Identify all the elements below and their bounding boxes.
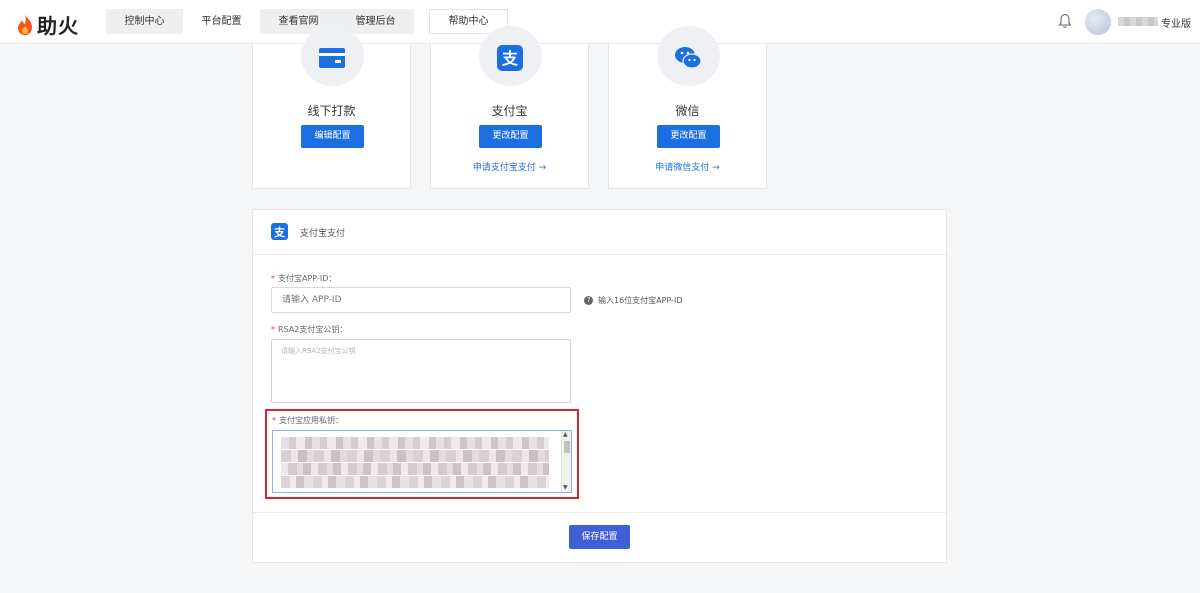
question-icon: ?: [584, 296, 593, 305]
offline-title: 线下打款: [307, 104, 356, 118]
public-key-label: * RSA2支付宝公钥：: [271, 325, 348, 334]
plan-label[interactable]: 专业版: [1161, 15, 1191, 30]
scrollbar[interactable]: ▲ ▼: [561, 431, 571, 492]
avatar[interactable]: [1085, 9, 1111, 35]
required-mark: *: [272, 416, 276, 425]
username-redacted[interactable]: [1118, 17, 1158, 26]
apply-alipay-link[interactable]: 申请支付宝支付 →: [431, 160, 588, 173]
private-key-label: * 支付宝应用私钥：: [272, 416, 343, 425]
tab-platform-config[interactable]: 平台配置: [183, 9, 260, 34]
alipay-title: 支付宝: [491, 104, 528, 118]
scroll-up-icon[interactable]: ▲: [563, 431, 568, 439]
card-icon: [319, 48, 345, 68]
offline-icon-circle: [301, 26, 364, 86]
edit-offline-button[interactable]: 编辑配置: [301, 125, 364, 148]
wechat-card: 微信 更改配置 申请微信支付 →: [608, 26, 767, 189]
private-key-highlight: * 支付宝应用私钥： ▲ ▼: [265, 409, 579, 499]
panel-footer-divider: [253, 512, 946, 513]
private-key-textarea[interactable]: ▲ ▼: [272, 430, 572, 493]
svg-text:支: 支: [501, 49, 519, 68]
scrollbar-thumb[interactable]: [564, 441, 570, 453]
logo[interactable]: 助火: [16, 10, 79, 39]
scroll-down-icon[interactable]: ▼: [563, 484, 568, 492]
app-id-input[interactable]: [271, 287, 571, 313]
alipay-icon: 支: [271, 223, 288, 240]
required-mark: *: [271, 274, 275, 283]
change-wechat-button[interactable]: 更改配置: [657, 125, 720, 148]
redacted-text: [281, 463, 549, 475]
svg-text:支: 支: [273, 225, 286, 239]
redacted-text: [281, 476, 549, 488]
wechat-title: 微信: [675, 104, 700, 118]
brand-name: 助火: [37, 14, 79, 38]
offline-payment-card: 线下打款 编辑配置: [252, 26, 411, 189]
top-bar: 助火 控制中心 平台配置 查看官网 管理后台 帮助中心 专业版: [0, 0, 1200, 44]
alipay-config-panel: 支 支付宝支付 *支付宝APP-ID： ?输入16位支付宝APP-ID *RSA…: [252, 209, 947, 563]
wechat-icon-circle: [657, 26, 720, 86]
app-id-hint: ? 输入16位支付宝APP-ID: [584, 295, 683, 306]
alipay-icon-circle: 支: [479, 26, 542, 86]
app-id-label: * 支付宝APP-ID：: [271, 274, 337, 283]
wechat-icon: [675, 47, 702, 69]
flame-icon: [18, 14, 32, 35]
alipay-card: 支 支付宝 更改配置 申请支付宝支付 →: [430, 26, 589, 189]
redacted-text: [281, 450, 549, 462]
redacted-text: [281, 437, 549, 449]
change-alipay-button[interactable]: 更改配置: [479, 125, 542, 148]
bell-icon[interactable]: [1058, 13, 1072, 29]
save-config-button[interactable]: 保存配置: [569, 525, 630, 549]
panel-header: 支 支付宝支付: [253, 210, 946, 255]
required-mark: *: [271, 325, 275, 334]
public-key-textarea[interactable]: 请输入RSA2支付宝公钥: [271, 339, 571, 403]
main-nav: 控制中心 平台配置 查看官网 管理后台: [106, 9, 414, 34]
tab-control-center[interactable]: 控制中心: [106, 9, 183, 34]
panel-title: 支付宝支付: [300, 229, 346, 239]
alipay-icon: 支: [497, 45, 523, 71]
apply-wechat-link[interactable]: 申请微信支付 →: [609, 160, 766, 173]
